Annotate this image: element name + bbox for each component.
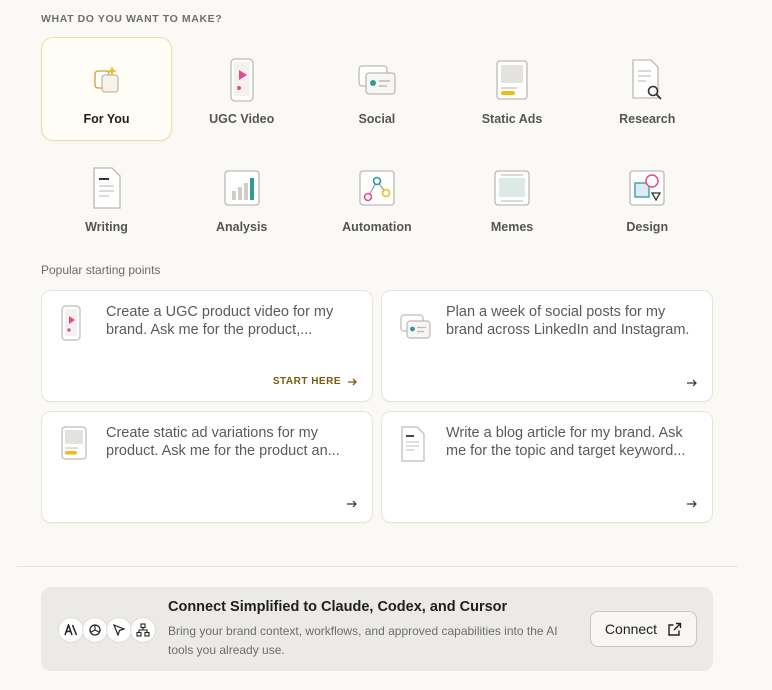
- category-label: Design: [626, 220, 669, 234]
- phone-video-icon: [220, 58, 264, 102]
- starting-point-card[interactable]: Create a UGC product video for my brand.…: [41, 290, 373, 402]
- category-label: UGC Video: [209, 112, 275, 126]
- arrow-right-icon: [347, 500, 357, 508]
- category-label: Static Ads: [481, 112, 543, 126]
- card-text: Write a blog article for my brand. Ask m…: [446, 425, 686, 459]
- arrow-right-icon: [687, 500, 697, 508]
- shapes-icon: [625, 166, 669, 210]
- category-writing[interactable]: Writing: [41, 145, 172, 249]
- category-label: Writing: [85, 220, 128, 234]
- category-label: Social: [358, 112, 396, 126]
- network-logo-icon: [130, 617, 156, 643]
- connect-description: Bring your brand context, workflows, and…: [168, 624, 558, 657]
- document-lines-icon: [400, 426, 430, 466]
- arrow-right-icon: [687, 379, 697, 387]
- category-static-ads[interactable]: Static Ads: [447, 37, 578, 141]
- category-design[interactable]: Design: [582, 145, 713, 249]
- cta-label: START HERE: [272, 376, 341, 387]
- category-label: Automation: [342, 220, 412, 234]
- connect-button[interactable]: Connect: [590, 611, 697, 647]
- divider: [17, 566, 738, 567]
- category-research[interactable]: Research: [582, 37, 713, 141]
- workflow-nodes-icon: [355, 166, 399, 210]
- category-automation[interactable]: Automation: [311, 145, 442, 249]
- starting-points-grid: Create a UGC product video for my brand.…: [41, 290, 714, 523]
- starting-point-card[interactable]: Plan a week of social posts for my brand…: [381, 290, 713, 402]
- category-label: For You: [83, 112, 130, 126]
- category-memes[interactable]: Memes: [447, 145, 578, 249]
- card-text: Create a UGC product video for my brand.…: [106, 304, 334, 338]
- card-text: Plan a week of social posts for my brand…: [446, 304, 690, 338]
- phone-video-icon: [60, 305, 90, 345]
- starting-point-card[interactable]: Write a blog article for my brand. Ask m…: [381, 411, 713, 523]
- document-search-icon: [625, 58, 669, 102]
- popular-label: Popular starting points: [41, 263, 161, 277]
- category-ugc-video[interactable]: UGC Video: [176, 37, 307, 141]
- category-for-you[interactable]: For You: [41, 37, 172, 141]
- category-social[interactable]: Social: [311, 37, 442, 141]
- external-link-icon: [668, 622, 682, 636]
- arrow-right-icon: [348, 378, 357, 385]
- category-label: Research: [619, 112, 676, 126]
- start-here-link[interactable]: START HERE: [273, 376, 358, 387]
- starting-point-card[interactable]: Create static ad variations for my produ…: [41, 411, 373, 523]
- sparkle-cards-icon: [85, 58, 129, 102]
- connect-banner: Connect Simplified to Claude, Codex, and…: [41, 587, 713, 671]
- social-post-icon: [400, 305, 431, 345]
- openai-logo-icon: [82, 617, 108, 643]
- document-lines-icon: [85, 166, 129, 210]
- social-post-icon: [355, 58, 399, 102]
- integration-logos: [58, 617, 156, 643]
- connect-title: Connect Simplified to Claude, Codex, and…: [168, 599, 508, 615]
- category-grid: For You UGC Video Social Static Ads Rese…: [41, 37, 717, 249]
- section-label: WHAT DO YOU WANT TO MAKE?: [41, 13, 223, 25]
- static-ad-icon: [490, 58, 534, 102]
- category-label: Memes: [490, 220, 534, 234]
- anthropic-logo-icon: [58, 617, 84, 643]
- bar-chart-icon: [220, 166, 264, 210]
- card-text: Create static ad variations for my produ…: [106, 425, 340, 459]
- connect-button-label: Connect: [604, 621, 658, 637]
- meme-frame-icon: [490, 166, 534, 210]
- static-ad-icon: [60, 426, 90, 466]
- category-label: Analysis: [215, 220, 268, 234]
- cursor-logo-icon: [106, 617, 132, 643]
- category-analysis[interactable]: Analysis: [176, 145, 307, 249]
